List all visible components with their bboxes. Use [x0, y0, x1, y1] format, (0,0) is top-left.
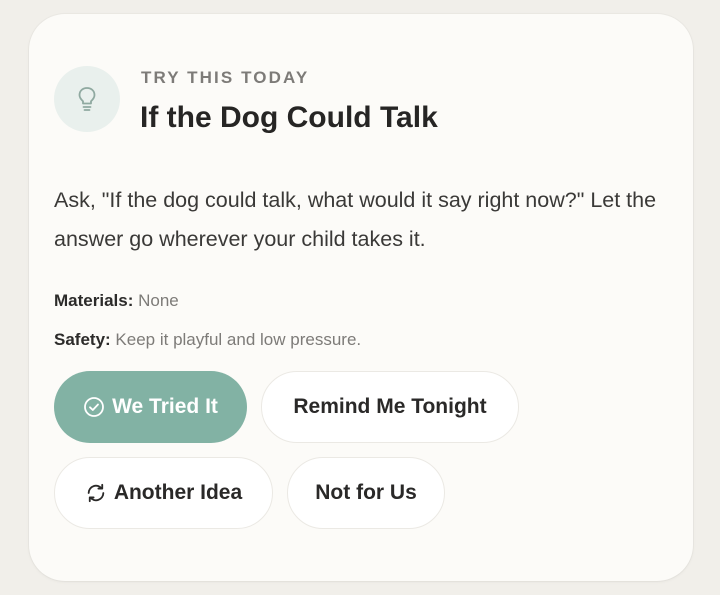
we-tried-it-label: We Tried It: [112, 395, 218, 418]
page-background: TRY THIS TODAY If the Dog Could Talk Ask…: [0, 0, 720, 595]
materials-label: Materials:: [54, 291, 134, 310]
lightbulb-icon: [78, 87, 96, 111]
another-idea-button[interactable]: Another Idea: [54, 457, 273, 529]
check-circle-icon: [83, 396, 105, 418]
activity-card: TRY THIS TODAY If the Dog Could Talk Ask…: [29, 14, 693, 581]
another-idea-label: Another Idea: [113, 481, 243, 504]
we-tried-it-button[interactable]: We Tried It: [54, 371, 247, 443]
safety-label: Safety:: [54, 330, 111, 349]
materials-row: Materials: None: [54, 291, 179, 311]
remind-me-tonight-label: Remind Me Tonight: [293, 395, 487, 418]
remind-me-tonight-button[interactable]: Remind Me Tonight: [261, 371, 519, 443]
eyebrow-label: TRY THIS TODAY: [141, 68, 310, 87]
refresh-icon: [85, 482, 107, 504]
safety-value: Keep it playful and low pressure.: [115, 330, 362, 349]
safety-row: Safety: Keep it playful and low pressure…: [54, 330, 361, 350]
not-for-us-button[interactable]: Not for Us: [287, 457, 445, 529]
not-for-us-label: Not for Us: [315, 481, 417, 504]
activity-description: Ask, "If the dog could talk, what would …: [54, 188, 657, 251]
activity-title: If the Dog Could Talk: [140, 101, 438, 134]
lightbulb-icon-badge: [54, 66, 120, 132]
materials-value: None: [138, 291, 179, 310]
